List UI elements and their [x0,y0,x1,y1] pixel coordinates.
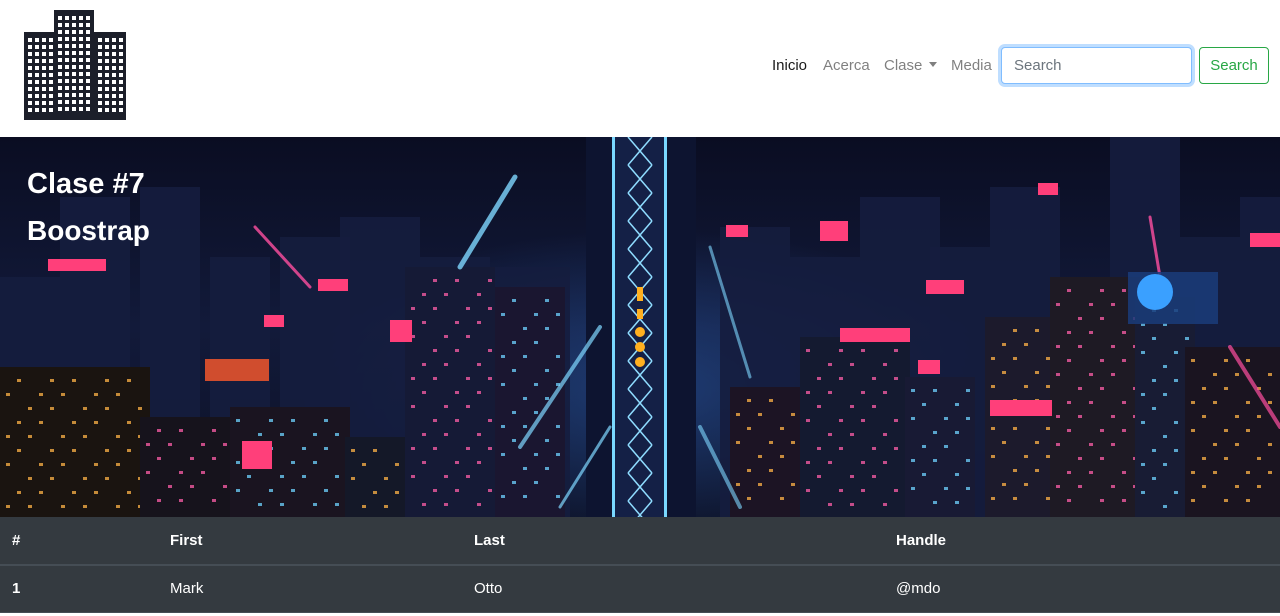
nav-link-inicio[interactable]: Inicio [772,57,807,75]
search-input[interactable] [1001,47,1192,84]
navbar: Inicio Acerca Clase Media Search [0,0,1280,137]
nav-link-media[interactable]: Media [951,57,992,75]
column-header-last: Last [462,517,884,566]
nav-link-acerca[interactable]: Acerca [823,57,870,75]
table-cell-last: Otto [462,565,884,613]
search-button[interactable]: Search [1199,47,1269,84]
cyberpunk-city-background-image [0,137,1280,517]
column-header-number: # [0,517,158,566]
nav-dropdown-clase-label: Clase [884,57,923,74]
nav-dropdown-clase[interactable]: Clase [884,57,938,75]
data-table: # First Last Handle 1 Mark Otto @mdo [0,517,1280,613]
table-header-row: # First Last Handle [0,517,1280,566]
hero-banner: Clase #7 Boostrap [0,137,1280,517]
hero-title: Clase #7 [27,168,145,200]
column-header-handle: Handle [884,517,1280,566]
table-cell-number: 1 [0,565,158,613]
table-cell-handle: @mdo [884,565,1280,613]
table-row: 1 Mark Otto @mdo [0,565,1280,613]
caret-down-icon [929,62,938,67]
hero-subtitle: Boostrap [27,215,150,246]
column-header-first: First [158,517,462,566]
table-cell-first: Mark [158,565,462,613]
